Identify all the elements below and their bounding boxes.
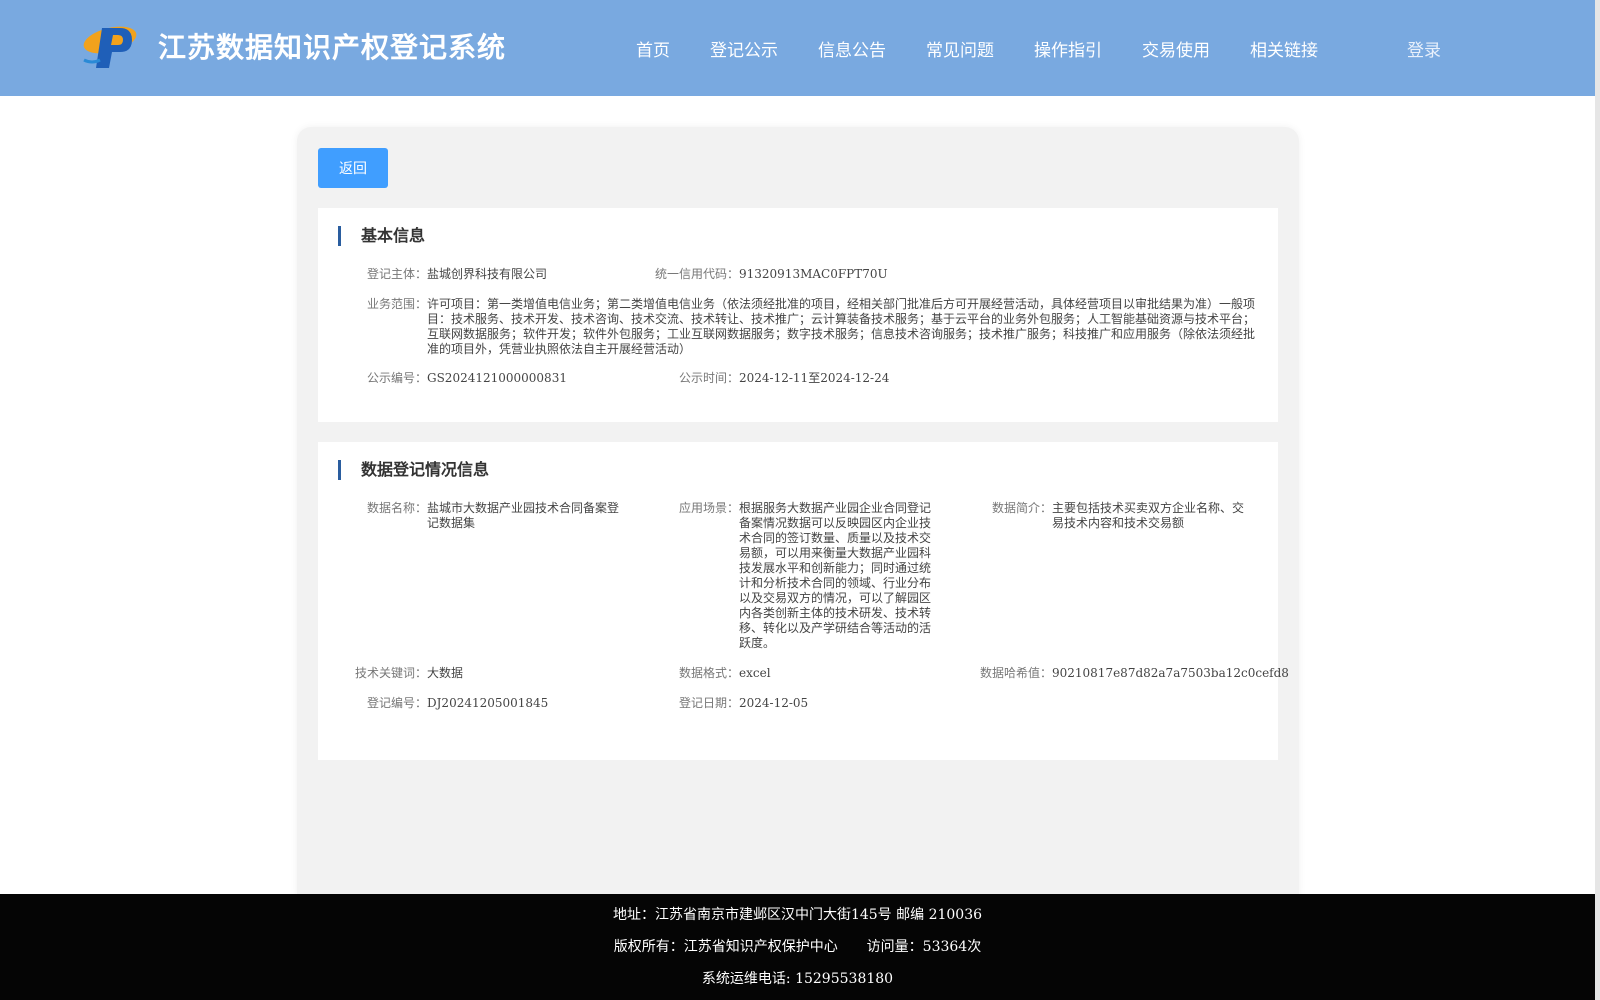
keywords-label: 技术关键词： — [354, 666, 427, 680]
scenario-value: 根据服务大数据产业园企业合同登记备案情况数据可以反映园区内企业技术合同的签订数量… — [739, 501, 932, 650]
credit-code-value: 91320913MAC0FPT70U — [739, 267, 888, 281]
basic-info-card: 基本信息 登记主体： 盐城创界科技有限公司 统一信用代码： 91320913MA… — [318, 208, 1278, 422]
nav-home[interactable]: 首页 — [636, 36, 670, 61]
section-title-data: 数据登记情况信息 — [338, 460, 489, 480]
field-reg-date: 登记日期： 2024-12-05 — [679, 696, 809, 711]
field-reg-no: 登记编号： DJ20241205001845 — [367, 696, 549, 711]
login-link[interactable]: 登录 — [1407, 36, 1441, 61]
nav-trade-use[interactable]: 交易使用 — [1142, 36, 1210, 61]
section-title-basic: 基本信息 — [338, 226, 425, 246]
hash-value: 90210817e87d82a7a7503ba12c0cefd8 — [1052, 666, 1289, 680]
footer-copyright: 版权所有：江苏省知识产权保护中心 — [613, 939, 838, 955]
data-registration-card: 数据登记情况信息 数据名称： 盐城市大数据产业园技术合同备案登记数据集 应用场景… — [318, 442, 1289, 760]
field-scenario: 应用场景： 根据服务大数据产业园企业合同登记备案情况数据可以反映园区内企业技术合… — [679, 501, 933, 651]
nav-registration-notice[interactable]: 登记公示 — [710, 36, 778, 61]
data-name-label: 数据名称： — [366, 501, 427, 515]
field-notice-time: 公示时间： 2024-12-11至2024-12-24 — [679, 371, 890, 386]
reg-no-value: DJ20241205001845 — [427, 696, 549, 710]
field-summary: 数据简介： 主要包括技术买卖双方企业名称、交易技术内容和技术交易额 — [992, 501, 1248, 531]
scrollbar[interactable] — [1595, 0, 1600, 1000]
data-name-value: 盐城市大数据产业园技术合同备案登记数据集 — [427, 501, 620, 530]
ip-logo-icon[interactable] — [80, 20, 140, 72]
business-scope-value: 许可项目：第一类增值电信业务；第二类增值电信业务（依法须经批准的项目，经相关部门… — [427, 297, 1256, 356]
entity-value: 盐城创界科技有限公司 — [427, 267, 548, 281]
credit-code-label: 统一信用代码： — [654, 267, 739, 281]
business-scope-label: 业务范围： — [366, 297, 427, 311]
field-entity: 登记主体： 盐城创界科技有限公司 — [367, 267, 548, 282]
page-footer: 地址：江苏省南京市建邺区汉中门大街145号 邮编 210036 版权所有：江苏省… — [0, 894, 1595, 1000]
format-label: 数据格式： — [678, 666, 739, 680]
entity-label: 登记主体： — [366, 267, 427, 281]
nav-guide[interactable]: 操作指引 — [1034, 36, 1102, 61]
field-credit-code: 统一信用代码： 91320913MAC0FPT70U — [655, 267, 888, 282]
scenario-label: 应用场景： — [678, 501, 739, 515]
field-notice-no: 公示编号： GS2024121000000831 — [367, 371, 567, 386]
field-data-name: 数据名称： 盐城市大数据产业园技术合同备案登记数据集 — [367, 501, 623, 531]
notice-time-label: 公示时间： — [678, 371, 739, 385]
keywords-value: 大数据 — [427, 666, 464, 680]
reg-date-value: 2024-12-05 — [739, 696, 809, 710]
reg-no-label: 登记编号： — [366, 696, 427, 710]
footer-address: 地址：江苏省南京市建邺区汉中门大街145号 邮编 210036 — [612, 907, 983, 923]
notice-no-value: GS2024121000000831 — [427, 371, 567, 385]
site-title: 江苏数据知识产权登记系统 — [158, 31, 507, 64]
summary-value: 主要包括技术买卖双方企业名称、交易技术内容和技术交易额 — [1052, 501, 1245, 530]
summary-label: 数据简介： — [991, 501, 1052, 515]
field-keywords: 技术关键词： 大数据 — [355, 666, 464, 681]
nav-faq[interactable]: 常见问题 — [926, 36, 994, 61]
footer-phone: 系统运维电话: 15295538180 — [701, 971, 894, 987]
nav-announcements[interactable]: 信息公告 — [818, 36, 886, 61]
top-header: 江苏数据知识产权登记系统 首页 登记公示 信息公告 常见问题 操作指引 交易使用… — [0, 0, 1595, 96]
notice-no-label: 公示编号： — [366, 371, 427, 385]
notice-time-value: 2024-12-11至2024-12-24 — [739, 371, 890, 385]
back-button[interactable]: 返回 — [318, 148, 388, 188]
field-business-scope: 业务范围： 许可项目：第一类增值电信业务；第二类增值电信业务（依法须经批准的项目… — [367, 297, 1257, 357]
footer-copyright-line: 版权所有：江苏省知识产权保护中心 访问量：53364次 — [0, 936, 1595, 956]
reg-date-label: 登记日期： — [678, 696, 739, 710]
field-format: 数据格式： excel — [679, 666, 771, 681]
footer-visits: 访问量：53364次 — [866, 939, 982, 955]
field-hash: 数据哈希值： 90210817e87d82a7a7503ba12c0cefd8 — [980, 666, 1289, 681]
detail-panel: 返回 基本信息 登记主体： 盐城创界科技有限公司 统一信用代码： 9132091… — [297, 127, 1299, 907]
format-value: excel — [739, 666, 771, 680]
nav-links[interactable]: 相关链接 — [1250, 36, 1318, 61]
hash-label: 数据哈希值： — [979, 666, 1052, 680]
